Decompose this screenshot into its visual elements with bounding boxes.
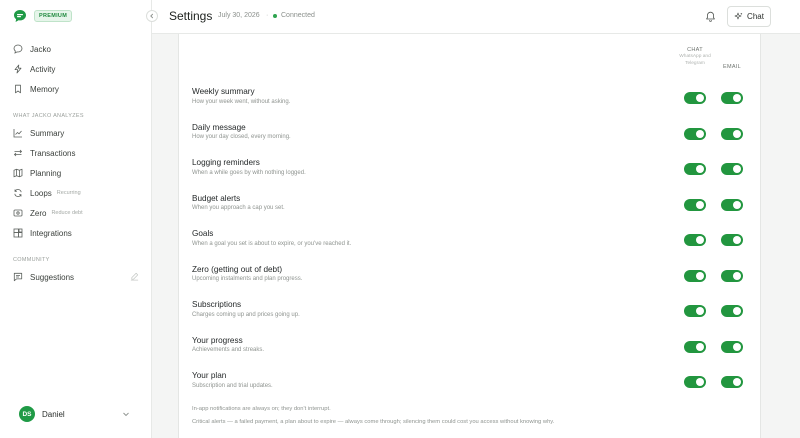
column-header-chat: CHAT WhatsApp and Telegram: [675, 47, 715, 67]
section-label-community: COMMUNITY: [13, 257, 50, 263]
sidebar-item-label: Planning: [30, 168, 62, 178]
sidebar-item-label: Zero: [30, 208, 47, 218]
notification-title: Daily message: [192, 122, 246, 132]
user-name: Daniel: [42, 409, 65, 419]
notification-description: When a while goes by with nothing logged…: [192, 169, 306, 176]
notification-title: Budget alerts: [192, 193, 241, 203]
avatar: DS: [19, 406, 35, 422]
sidebar-item-transactions[interactable]: Transactions: [13, 146, 76, 160]
notification-description: How your week went, without asking.: [192, 98, 291, 105]
chat-toggle[interactable]: [684, 234, 706, 246]
chat-bubble-icon: [13, 44, 23, 54]
chat-toggle[interactable]: [684, 305, 706, 317]
chat-toggle[interactable]: [684, 92, 706, 104]
notifications-card: CHAT WhatsApp and Telegram EMAIL Weekly …: [178, 34, 761, 438]
status-dot-icon: [273, 14, 277, 18]
sidebar-item-summary[interactable]: Summary: [13, 126, 64, 140]
column-header-email: EMAIL: [722, 64, 741, 70]
notification-title: Your plan: [192, 371, 227, 380]
sidebar-item-jacko[interactable]: Jacko: [13, 42, 51, 56]
transfer-arrows-icon: [13, 149, 23, 157]
email-toggle[interactable]: [721, 92, 743, 104]
bookmark-icon: [15, 84, 21, 94]
top-bar: Settings July 30, 2026 · Connected Chat: [152, 0, 800, 34]
sparkle-icon: [734, 12, 743, 20]
chat-toggle[interactable]: [684, 269, 706, 282]
edit-icon[interactable]: [130, 272, 139, 281]
debt-card-icon: [13, 209, 23, 217]
chat-button-label: Chat: [747, 12, 764, 21]
email-toggle[interactable]: [721, 234, 743, 246]
email-toggle[interactable]: [721, 269, 743, 282]
email-toggle[interactable]: [721, 376, 743, 388]
sidebar-item-label: Transactions: [30, 148, 76, 158]
email-toggle[interactable]: [721, 163, 743, 175]
sidebar-item-label: Loops: [30, 188, 52, 198]
sidebar-item-label: Integrations: [30, 228, 72, 238]
chevron-down-icon: [123, 412, 129, 417]
header-separator: ·: [266, 12, 269, 19]
sidebar-item-label: Suggestions: [30, 272, 75, 282]
email-toggle[interactable]: [721, 340, 743, 353]
notification-description: When a goal you set is about to expire, …: [192, 240, 352, 247]
lightning-icon: [14, 64, 22, 74]
notification-title: Subscriptions: [192, 300, 242, 309]
sidebar-item-label: Summary: [30, 128, 65, 138]
chat-toggle[interactable]: [684, 127, 706, 140]
notification-description: Upcoming instalments and plan progress.: [192, 276, 303, 282]
sidebar-item-sublabel: Reduce debt: [51, 210, 83, 216]
notification-title: Goals: [192, 229, 214, 238]
refresh-loop-icon: [14, 189, 22, 197]
trend-chart-icon: [13, 129, 22, 138]
notification-description: Charges coming up and prices going up.: [192, 311, 300, 318]
sidebar-item-memory[interactable]: Memory: [13, 82, 59, 96]
column-header-chat-sub: WhatsApp and Telegram: [679, 54, 711, 66]
notification-description: Achievements and streaks.: [192, 347, 265, 353]
sidebar-item-integrations[interactable]: Integrations: [13, 226, 72, 240]
notification-title: Weekly summary: [192, 87, 255, 96]
sidebar-item-activity[interactable]: Activity: [13, 62, 55, 76]
message-square-icon: [13, 272, 23, 282]
notification-title: Your progress: [192, 335, 243, 345]
email-toggle[interactable]: [721, 305, 743, 317]
map-icon: [13, 168, 23, 178]
sidebar-item-suggestions[interactable]: Suggestions: [13, 270, 74, 284]
notification-description: Subscription and trial updates.: [192, 382, 273, 389]
sidebar-item-label: Jacko: [30, 44, 51, 54]
chevron-left-icon: [150, 13, 154, 19]
sidebar-item-loops[interactable]: Loops Recurring: [13, 186, 81, 200]
email-toggle[interactable]: [721, 127, 743, 140]
notification-title: Logging reminders: [192, 158, 260, 167]
notification-description: When you approach a cap you set.: [192, 205, 285, 211]
page-title: Settings: [169, 9, 213, 23]
collapse-sidebar-button[interactable]: [146, 10, 158, 22]
user-menu[interactable]: DS Daniel: [19, 406, 134, 422]
chat-logo-icon: [14, 10, 26, 22]
chat-toggle[interactable]: [684, 198, 706, 211]
sidebar-item-sublabel: Recurring: [56, 190, 81, 196]
premium-badge: PREMIUM: [34, 10, 73, 22]
chat-toggle[interactable]: [684, 163, 706, 175]
chat-toggle[interactable]: [684, 340, 706, 353]
email-toggle[interactable]: [721, 198, 743, 211]
section-label-analyzes: WHAT JACKO ANALYZES: [13, 113, 84, 119]
sidebar: PREMIUM Jacko Activity Memory WHAT JACKO…: [0, 0, 152, 438]
footnote-in-app: In-app notifications are always on; they…: [192, 406, 331, 412]
integrations-grid-icon: [13, 228, 23, 238]
header-date: July 30, 2026: [218, 12, 260, 19]
connection-status: Connected: [281, 12, 315, 19]
sidebar-item-label: Activity: [30, 64, 56, 74]
bell-icon[interactable]: [705, 11, 716, 22]
notification-description: How your day closed, every morning.: [192, 134, 291, 140]
chat-toggle[interactable]: [684, 376, 706, 388]
sidebar-item-label: Memory: [30, 84, 59, 94]
sidebar-item-planning[interactable]: Planning: [13, 166, 61, 180]
chat-button[interactable]: Chat: [727, 6, 771, 27]
brand[interactable]: PREMIUM: [13, 9, 73, 23]
notification-title: Zero (getting out of debt): [192, 264, 283, 274]
sidebar-item-zero[interactable]: Zero Reduce debt: [13, 206, 83, 220]
footnote-critical: Critical alerts — a failed payment, a pl…: [192, 419, 555, 425]
